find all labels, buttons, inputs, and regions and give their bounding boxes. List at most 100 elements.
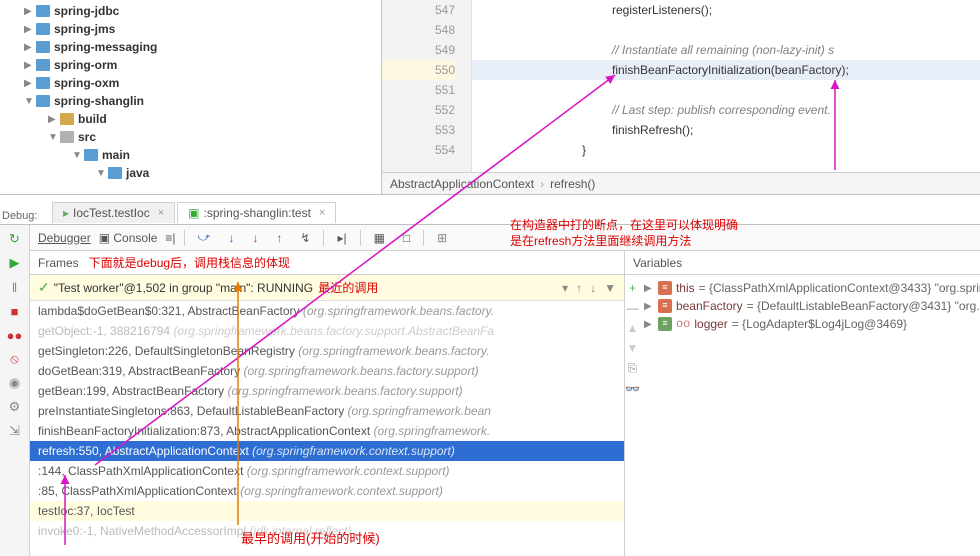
stack-frame[interactable]: refresh:550, AbstractApplicationContext … bbox=[30, 441, 624, 461]
stack-frames-list[interactable]: lambda$doGetBean$0:321, AbstractBeanFact… bbox=[30, 301, 624, 556]
stack-frame[interactable]: getBean:199, AbstractBeanFactory (org.sp… bbox=[30, 381, 624, 401]
debug-left-toolbar: ↻ ▶ ‖ ■ ●● ⦸ ◉ ⚙ ⇲ bbox=[0, 225, 30, 556]
folder-icon bbox=[84, 149, 98, 161]
tree-item[interactable]: ▶spring-orm bbox=[0, 56, 381, 74]
folder-icon bbox=[108, 167, 122, 179]
drop-frame-icon[interactable]: ↯ bbox=[295, 228, 315, 248]
tab-output-icon[interactable]: ≡| bbox=[165, 231, 175, 245]
annotation-frames: 下面就是debug后，调用栈信息的体现 bbox=[89, 254, 290, 271]
code-editor[interactable]: 547548549550551552553554 registerListene… bbox=[382, 0, 980, 194]
folder-icon bbox=[60, 113, 74, 125]
folder-icon bbox=[36, 5, 50, 17]
up-icon[interactable]: ▲ bbox=[627, 321, 639, 335]
gear-icon[interactable]: ⚙ bbox=[7, 399, 23, 415]
tree-arrow-icon[interactable]: ▶ bbox=[24, 42, 36, 53]
var-type-icon: ≡ bbox=[658, 281, 672, 295]
tree-item[interactable]: ▼java bbox=[0, 164, 381, 182]
folder-icon bbox=[36, 95, 50, 107]
pin-icon[interactable]: ⇲ bbox=[7, 423, 23, 439]
debugger-toolbar: Debugger ▣ Console ≡| ⤻ ↓ ↓ ↑ ↯ ▸| ▦ □ ⊞ bbox=[30, 225, 980, 251]
tree-item[interactable]: ▼main bbox=[0, 146, 381, 164]
copy-icon[interactable]: ⎘ bbox=[628, 361, 638, 376]
debug-label: Debug: bbox=[2, 210, 37, 222]
expand-icon[interactable]: ▶ bbox=[644, 283, 654, 294]
folder-icon bbox=[36, 59, 50, 71]
stack-frame[interactable]: getObject:-1, 388216794 (org.springframe… bbox=[30, 321, 624, 341]
stack-frame[interactable]: testIoc:37, IocTest bbox=[30, 501, 624, 521]
layout-icon[interactable]: ⊞ bbox=[432, 228, 452, 248]
mute-breakpoints-icon[interactable]: ⦸ bbox=[7, 351, 23, 367]
tree-item[interactable]: ▶spring-jms bbox=[0, 20, 381, 38]
project-tree[interactable]: ▶spring-jdbc▶spring-jms▶spring-messaging… bbox=[0, 0, 382, 194]
stack-frame[interactable]: lambda$doGetBean$0:321, AbstractBeanFact… bbox=[30, 301, 624, 321]
remove-watch-icon[interactable]: — bbox=[626, 301, 638, 315]
breadcrumb-class[interactable]: AbstractApplicationContext bbox=[390, 177, 534, 191]
tree-item[interactable]: ▼src bbox=[0, 128, 381, 146]
tree-item[interactable]: ▶spring-jdbc bbox=[0, 2, 381, 20]
tree-item[interactable]: ▼spring-shanglin bbox=[0, 92, 381, 110]
tree-arrow-icon[interactable]: ▶ bbox=[48, 114, 60, 125]
run-to-cursor-icon[interactable]: ▸| bbox=[332, 228, 351, 248]
step-into-icon[interactable]: ↓ bbox=[223, 228, 239, 248]
stack-frame[interactable]: :144, ClassPathXmlApplicationContext (or… bbox=[30, 461, 624, 481]
check-icon: ✓ bbox=[38, 279, 50, 296]
variables-list[interactable]: ▶≡this = {ClassPathXmlApplicationContext… bbox=[640, 275, 980, 556]
tree-arrow-icon[interactable]: ▼ bbox=[72, 150, 84, 161]
folder-icon bbox=[36, 23, 50, 35]
debug-tab-ioctest[interactable]: ▸ IocTest.testIoc × bbox=[52, 202, 175, 223]
step-over-icon[interactable]: ⤻ bbox=[193, 227, 216, 248]
tab-debugger[interactable]: Debugger bbox=[38, 231, 91, 245]
close-icon[interactable]: × bbox=[158, 207, 164, 219]
next-frame-icon[interactable]: ↓ bbox=[590, 281, 596, 295]
tree-arrow-icon[interactable]: ▼ bbox=[48, 132, 60, 143]
folder-icon bbox=[36, 41, 50, 53]
step-out-icon[interactable]: ↑ bbox=[271, 228, 287, 248]
folder-icon bbox=[36, 77, 50, 89]
variable-row[interactable]: ▶≡oo logger = {LogAdapter$Log4jLog@3469} bbox=[644, 315, 980, 333]
rerun-icon[interactable]: ↻ bbox=[7, 231, 23, 247]
force-step-into-icon[interactable]: ↓ bbox=[247, 228, 263, 248]
var-type-icon: ≡ bbox=[658, 299, 672, 313]
thread-selector[interactable]: ✓ "Test worker"@1,502 in group "main": R… bbox=[30, 275, 624, 301]
tree-arrow-icon[interactable]: ▶ bbox=[24, 6, 36, 17]
glasses-icon[interactable]: 👓 bbox=[625, 382, 640, 396]
add-watch-icon[interactable]: + bbox=[629, 281, 636, 295]
tree-arrow-icon[interactable]: ▶ bbox=[24, 60, 36, 71]
stack-frame[interactable]: :85, ClassPathXmlApplicationContext (org… bbox=[30, 481, 624, 501]
var-type-icon: ≡ bbox=[658, 317, 672, 331]
close-icon[interactable]: × bbox=[319, 207, 325, 219]
stack-frame[interactable]: finishBeanFactoryInitialization:873, Abs… bbox=[30, 421, 624, 441]
variable-row[interactable]: ▶≡beanFactory = {DefaultListableBeanFact… bbox=[644, 297, 980, 315]
tree-arrow-icon[interactable]: ▼ bbox=[24, 96, 36, 107]
expand-icon[interactable]: ▶ bbox=[644, 319, 654, 330]
tab-console[interactable]: ▣ Console bbox=[99, 231, 158, 245]
tree-arrow-icon[interactable]: ▶ bbox=[24, 24, 36, 35]
chevron-down-icon[interactable]: ▾ bbox=[562, 281, 568, 295]
stack-frame[interactable]: getSingleton:226, DefaultSingletonBeanRe… bbox=[30, 341, 624, 361]
debug-tab-spring-shanglin[interactable]: ▣ :spring-shanglin:test × bbox=[177, 202, 336, 223]
tree-item[interactable]: ▶spring-oxm bbox=[0, 74, 381, 92]
variable-row[interactable]: ▶≡this = {ClassPathXmlApplicationContext… bbox=[644, 279, 980, 297]
tree-item[interactable]: ▶build bbox=[0, 110, 381, 128]
camera-icon[interactable]: ◉ bbox=[7, 375, 23, 391]
variables-header: Variables bbox=[625, 251, 980, 275]
filter-icon[interactable]: ▼ bbox=[604, 281, 616, 295]
tree-arrow-icon[interactable]: ▶ bbox=[24, 78, 36, 89]
expand-icon[interactable]: ▶ bbox=[644, 301, 654, 312]
folder-icon bbox=[60, 131, 74, 143]
stop-icon[interactable]: ■ bbox=[7, 303, 23, 319]
stack-frame[interactable]: preInstantiateSingletons:863, DefaultLis… bbox=[30, 401, 624, 421]
breadcrumb[interactable]: AbstractApplicationContext › refresh() bbox=[382, 172, 980, 194]
pause-icon[interactable]: ‖ bbox=[7, 279, 23, 295]
breadcrumb-method[interactable]: refresh() bbox=[550, 177, 595, 191]
stack-frame[interactable]: doGetBean:319, AbstractBeanFactory (org.… bbox=[30, 361, 624, 381]
evaluate-icon[interactable]: ▦ bbox=[369, 228, 390, 248]
down-icon[interactable]: ▼ bbox=[627, 341, 639, 355]
resume-icon[interactable]: ▶ bbox=[7, 255, 23, 271]
tree-arrow-icon[interactable]: ▼ bbox=[96, 168, 108, 179]
breadcrumb-separator: › bbox=[540, 177, 544, 191]
tree-item[interactable]: ▶spring-messaging bbox=[0, 38, 381, 56]
evaluate-expr-icon[interactable]: □ bbox=[398, 228, 415, 248]
prev-frame-icon[interactable]: ↑ bbox=[576, 281, 582, 295]
breakpoint-icon[interactable]: ●● bbox=[7, 327, 23, 343]
